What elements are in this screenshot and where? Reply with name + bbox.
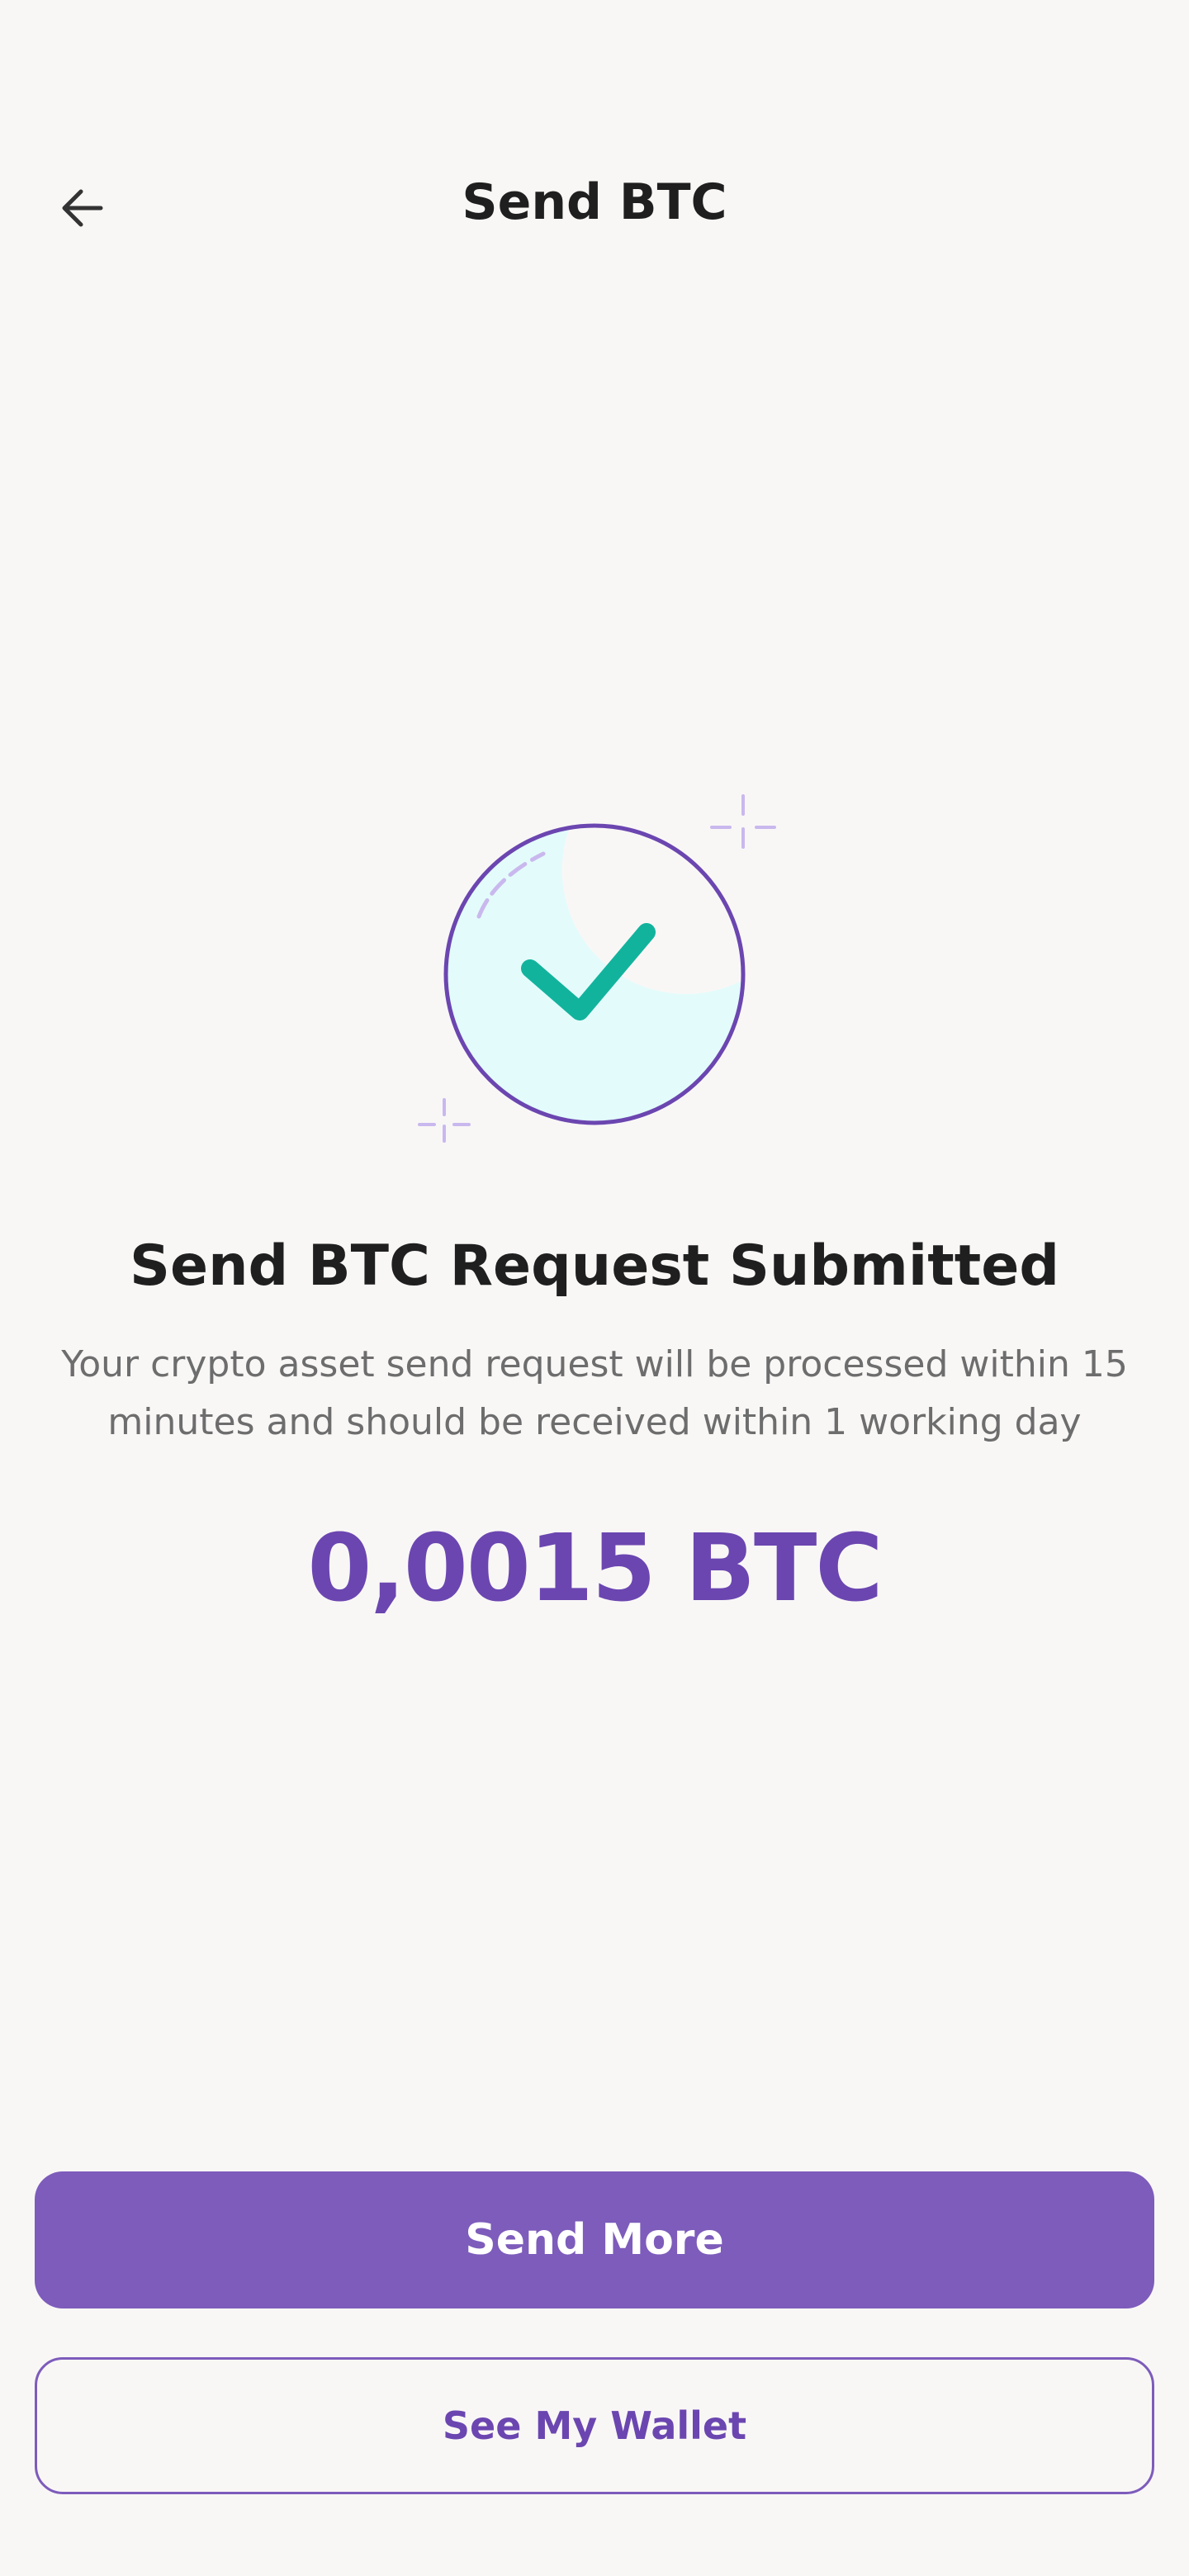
result-description: Your crypto asset send request will be p… bbox=[61, 1343, 1128, 1443]
success-illustration bbox=[396, 776, 793, 1172]
see-my-wallet-button[interactable]: See My Wallet bbox=[35, 2357, 1154, 2494]
page-title: Send BTC bbox=[462, 173, 727, 231]
sparkle-icon bbox=[710, 794, 776, 849]
check-circle-icon bbox=[418, 794, 776, 1143]
sparkle-icon bbox=[418, 1098, 471, 1143]
header-bar: Send BTC bbox=[0, 149, 1189, 254]
send-more-button[interactable]: Send More bbox=[35, 2171, 1154, 2308]
sent-amount: 0,0015 BTC bbox=[307, 1515, 883, 1622]
result-title: Send BTC Request Submitted bbox=[129, 1234, 1060, 1299]
